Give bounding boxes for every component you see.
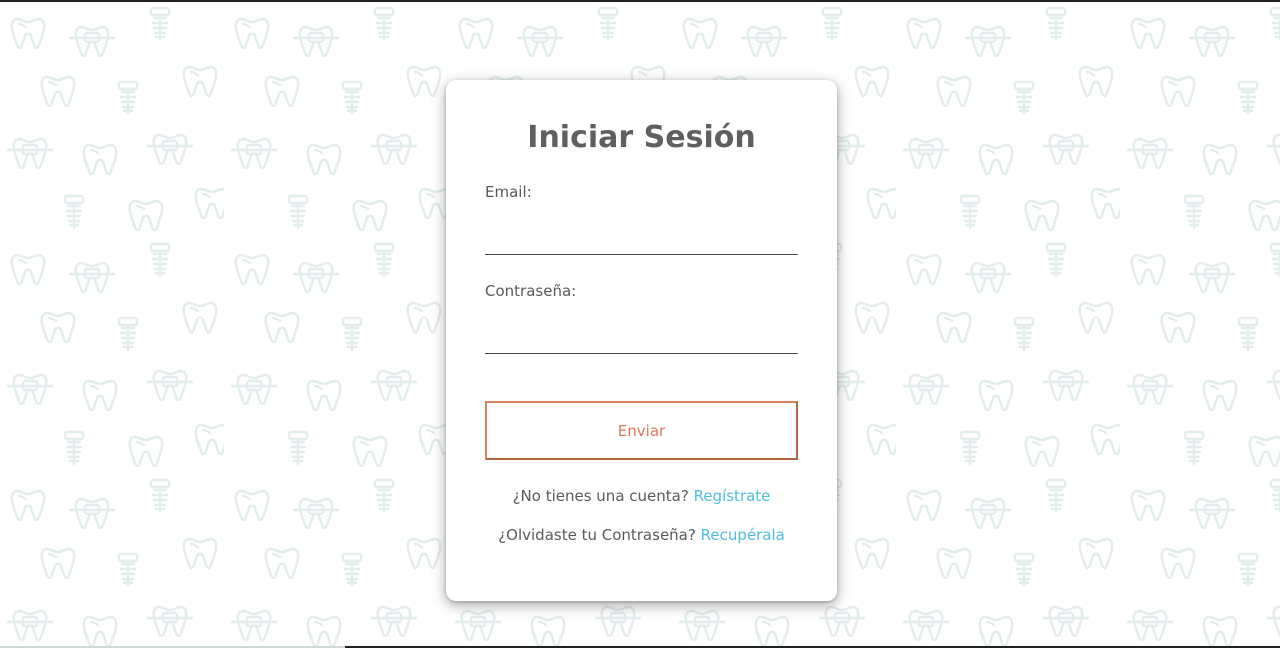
register-link[interactable]: Regístrate [694, 487, 771, 505]
recover-prompt: ¿Olvidaste tu Contraseña? [498, 526, 701, 544]
password-label: Contraseña: [485, 282, 577, 300]
login-card: Iniciar Sesión Email: Contraseña: Enviar… [446, 80, 837, 601]
password-field[interactable] [485, 323, 798, 354]
recover-row: ¿Olvidaste tu Contraseña? Recupérala [446, 525, 837, 545]
email-field[interactable] [485, 224, 798, 255]
email-label: Email: [485, 183, 532, 201]
recover-password-link[interactable]: Recupérala [701, 526, 785, 544]
page-title: Iniciar Sesión [527, 120, 756, 155]
submit-button[interactable]: Enviar [485, 401, 798, 460]
register-row: ¿No tienes una cuenta? Regístrate [446, 486, 837, 506]
register-prompt: ¿No tienes una cuenta? [512, 487, 694, 505]
